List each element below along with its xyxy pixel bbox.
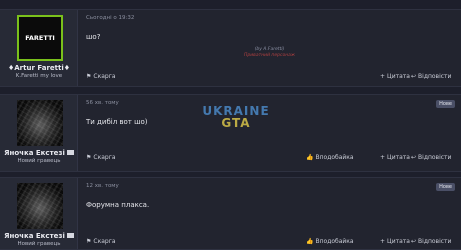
user-title: Новий гравець <box>17 158 61 164</box>
ukraine-gta-logo: UKRAINE GTA <box>196 105 276 129</box>
quote-button[interactable]: + Цитата <box>380 73 410 80</box>
flag-icon: ⚑ <box>86 73 92 80</box>
like-label: Вподобайка <box>315 154 354 161</box>
report-label: Скарга <box>93 154 116 161</box>
reply-icon: ↩ <box>411 73 417 80</box>
username-text: Яночка Екстезі <box>4 232 65 240</box>
reply-label: Відповісти <box>418 73 452 80</box>
post-content: шо? <box>86 33 101 41</box>
reply-button[interactable]: ↩ Відповісти <box>411 73 451 80</box>
new-badge: Нове <box>436 183 455 191</box>
avatar-logo-text: FARETTI <box>25 34 55 42</box>
quote-label: Цитата <box>387 154 410 161</box>
quote-label: Цитата <box>387 73 410 80</box>
flag-icon: ⚑ <box>86 154 92 161</box>
reply-label: Відповісти <box>418 154 452 161</box>
report-label: Скарга <box>93 238 116 245</box>
reply-button[interactable]: ↩ Відповісти <box>411 238 451 245</box>
report-button[interactable]: ⚑ Скарга <box>86 238 116 245</box>
post-timestamp[interactable]: 56 хв. тому <box>86 100 119 106</box>
reply-label: Відповісти <box>418 238 452 245</box>
quote-button[interactable]: + Цитата <box>380 238 410 245</box>
new-badge: Нове <box>436 100 455 108</box>
post-content: Ти дибіл вот шо) <box>86 118 148 126</box>
reply-icon: ↩ <box>411 154 417 161</box>
logo-line-2: GTA <box>221 116 251 130</box>
user-title: K.Faretti my love <box>15 73 63 79</box>
username-text: Яночка Екстезі <box>4 149 65 157</box>
post-3: Яночка Екстезі Новий гравець 12 хв. тому… <box>0 177 461 250</box>
report-button[interactable]: ⚑ Скарга <box>86 73 116 80</box>
thumbs-up-icon: 👍 <box>306 154 314 161</box>
avatar[interactable] <box>17 183 63 229</box>
post-author-panel: FARETTI ♦Artur Faretti♦ K.Faretti my lov… <box>0 10 78 86</box>
user-title: Новий гравець <box>17 241 61 247</box>
quote-button[interactable]: + Цитата <box>380 154 410 161</box>
post-author-panel: Яночка Екстезі Новий гравець <box>0 178 78 249</box>
envelope-icon <box>66 149 74 155</box>
envelope-icon <box>66 232 74 238</box>
post-timestamp[interactable]: Сьогодні о 19:32 <box>86 15 134 21</box>
thumbs-up-icon: 👍 <box>306 238 314 245</box>
avatar[interactable]: FARETTI <box>17 15 63 61</box>
report-button[interactable]: ⚑ Скарга <box>86 154 116 161</box>
username[interactable]: Яночка Екстезі <box>0 232 78 240</box>
username[interactable]: Яночка Екстезі <box>0 149 78 157</box>
username[interactable]: ♦Artur Faretti♦ <box>0 64 78 72</box>
like-button[interactable]: 👍 Вподобайка <box>306 154 354 161</box>
report-label: Скарга <box>93 73 116 80</box>
avatar[interactable] <box>17 100 63 146</box>
reply-icon: ↩ <box>411 238 417 245</box>
plus-icon: + <box>380 238 386 245</box>
signature-watermark: (by A.Faretti) Приватний персонаж <box>244 47 295 59</box>
post-1: FARETTI ♦Artur Faretti♦ K.Faretti my lov… <box>0 9 461 87</box>
plus-icon: + <box>380 73 386 80</box>
flag-icon: ⚑ <box>86 238 92 245</box>
reply-button[interactable]: ↩ Відповісти <box>411 154 451 161</box>
like-label: Вподобайка <box>315 238 354 245</box>
post-timestamp[interactable]: 12 хв. тому <box>86 183 119 189</box>
plus-icon: + <box>380 154 386 161</box>
post-author-panel: Яночка Екстезі Новий гравець <box>0 95 78 171</box>
signature-line-2: Приватний персонаж <box>244 53 295 58</box>
like-button[interactable]: 👍 Вподобайка <box>306 238 354 245</box>
post-content: Форумна плакса. <box>86 201 150 209</box>
quote-label: Цитата <box>387 238 410 245</box>
